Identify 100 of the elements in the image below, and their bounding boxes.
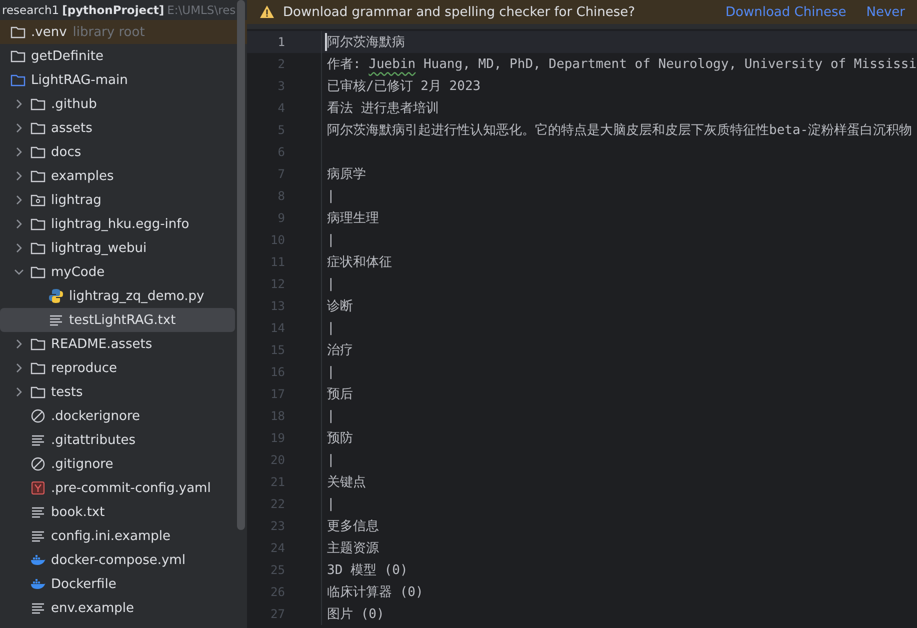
folder-icon xyxy=(30,360,46,376)
code-line: 阿尔茨海默病引起进行性认知恶化。它的特点是大脑皮层和皮层下灰质特征性beta-淀粉样蛋白沉积物 xyxy=(326,122,912,139)
code-line: | xyxy=(326,320,335,336)
tree-item[interactable]: lightrag_zq_demo.py xyxy=(0,284,247,308)
tree-item[interactable]: Dockerfile xyxy=(0,572,247,596)
code-line: 3D 模型 (0) xyxy=(326,562,408,579)
folder-icon xyxy=(30,120,46,136)
file-name: testLightRAG.txt xyxy=(69,312,176,328)
tree-item[interactable]: testLightRAG.txt xyxy=(0,308,235,332)
folder-icon xyxy=(30,144,46,160)
file-name: .venv xyxy=(31,24,67,40)
banner-message: Download grammar and spelling checker for Chinese? xyxy=(283,4,636,20)
tree-item[interactable]: assets xyxy=(0,116,247,140)
code-line: | xyxy=(326,408,335,424)
code-line: 看法 进行患者培训 xyxy=(326,100,439,117)
folder-icon xyxy=(30,216,46,232)
tree-item[interactable]: .gitignore xyxy=(0,452,247,476)
code-line: 病原学 xyxy=(326,166,366,183)
whale-icon xyxy=(30,552,46,568)
tree-item[interactable]: myCode xyxy=(0,260,247,284)
file-name: Dockerfile xyxy=(51,576,116,592)
file-name: docker-compose.yml xyxy=(51,552,186,568)
file-name: lightrag_webui xyxy=(51,240,147,256)
file-name: lightrag_hku.egg-info xyxy=(51,216,190,232)
code-line: 预后 xyxy=(326,386,353,403)
file-name: README.assets xyxy=(51,336,152,352)
code-line: | xyxy=(326,452,335,468)
tree-item[interactable]: docker-compose.yml xyxy=(0,548,247,572)
code-line: 关键点 xyxy=(326,474,366,491)
file-name: getDefinite xyxy=(31,48,104,64)
tree-item[interactable]: LightRAG-main xyxy=(0,68,247,92)
tree-item[interactable]: .gitattributes xyxy=(0,428,247,452)
folder-icon xyxy=(30,240,46,256)
code-line: 临床计算器 (0) xyxy=(326,584,424,601)
tree-item[interactable]: .pre-commit-config.yaml xyxy=(0,476,247,500)
code-line: | xyxy=(326,496,335,512)
tree-item[interactable]: lightrag_hku.egg-info xyxy=(0,212,247,236)
scrollbar[interactable] xyxy=(237,0,245,530)
code-line: | xyxy=(326,364,335,380)
tree-item[interactable]: .github xyxy=(0,92,247,116)
code-line: 图片 (0) xyxy=(326,606,384,623)
code-line: 作者: Juebin Huang, MD, PhD, Department of Neurology, University of Mississi xyxy=(326,56,917,73)
code-line: 更多信息 xyxy=(326,518,379,535)
code-line: 已审核/已修订 2月 2023 xyxy=(326,78,481,95)
tree-item[interactable]: tests xyxy=(0,380,247,404)
code-line: | xyxy=(326,232,335,248)
folder-icon xyxy=(10,72,26,88)
tree-item[interactable]: docs xyxy=(0,140,247,164)
file-name: lightrag xyxy=(51,192,102,208)
file-name: reproduce xyxy=(51,360,117,376)
folder-icon xyxy=(30,264,46,280)
code-line: 诊断 xyxy=(326,298,353,315)
folder-icon xyxy=(10,24,26,40)
file-name: assets xyxy=(51,120,92,136)
tree-item[interactable]: book.txt xyxy=(0,500,247,524)
folder-icon xyxy=(30,384,46,400)
line-number: 1 xyxy=(276,35,285,49)
project-name: research1 xyxy=(2,3,60,17)
tree-item[interactable]: README.assets xyxy=(0,332,247,356)
file-name: LightRAG-main xyxy=(31,72,128,88)
code-line: 阿尔茨海默病 xyxy=(325,33,405,51)
file-name: .github xyxy=(51,96,97,112)
file-name: book.txt xyxy=(51,504,105,520)
folder-icon xyxy=(30,168,46,184)
code-line: 主题资源 xyxy=(326,540,379,557)
yaml-file-icon xyxy=(30,480,46,496)
file-name: .gitignore xyxy=(51,456,114,472)
python-icon xyxy=(48,288,64,304)
banner-link[interactable]: Download Chinese xyxy=(726,4,846,20)
file-name: lightrag_zq_demo.py xyxy=(69,288,204,304)
file-name: myCode xyxy=(51,264,105,280)
item-note: library root xyxy=(72,24,145,40)
code-line: 症状和体征 xyxy=(326,254,392,271)
file-name: .pre-commit-config.yaml xyxy=(51,480,211,496)
tree-item[interactable]: env.example xyxy=(0,596,247,620)
tree-item[interactable]: getDefinite xyxy=(0,44,247,68)
code-line: 治疗 xyxy=(326,342,353,359)
tree-item[interactable]: .dockerignore xyxy=(0,404,247,428)
whale-icon xyxy=(30,576,46,592)
warning-icon xyxy=(259,4,275,20)
project-path: E:\UMLS\res xyxy=(167,3,236,17)
file-name: env.example xyxy=(51,600,134,616)
code-line: | xyxy=(326,276,335,292)
tree-item[interactable]: examples xyxy=(0,164,247,188)
file-name: docs xyxy=(51,144,82,160)
banner-link[interactable]: Never xyxy=(866,4,905,20)
package-folder-icon xyxy=(30,192,46,208)
tree-item[interactable]: config.ini.example xyxy=(0,524,247,548)
tree-item[interactable]: lightrag_webui xyxy=(0,236,247,260)
file-name: examples xyxy=(51,168,114,184)
tree-item[interactable]: reproduce xyxy=(0,356,247,380)
project-label: [pythonProject] xyxy=(62,3,164,17)
ignore-file-icon xyxy=(30,408,46,424)
code-line: 病理生理 xyxy=(326,210,379,227)
file-name: .gitattributes xyxy=(51,432,136,448)
ignore-file-icon xyxy=(30,456,46,472)
tree-item[interactable]: .venv library root xyxy=(0,20,247,44)
file-name: .dockerignore xyxy=(51,408,140,424)
folder-icon xyxy=(10,48,26,64)
tree-item[interactable]: lightrag xyxy=(0,188,247,212)
